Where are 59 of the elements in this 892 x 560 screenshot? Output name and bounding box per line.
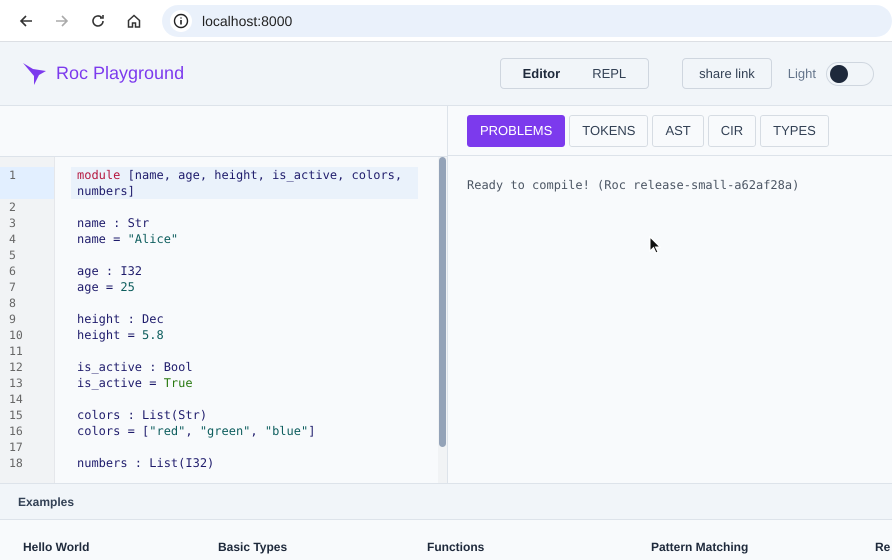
- example-title[interactable]: Re: [875, 540, 890, 554]
- code-line: is_active : Bool: [76, 359, 194, 375]
- code-line: age : I32: [76, 263, 144, 279]
- example-title[interactable]: Pattern Matching: [651, 540, 748, 554]
- theme-toggle[interactable]: [826, 62, 874, 86]
- example-title[interactable]: Basic Types: [218, 540, 288, 554]
- theme-label: Light: [788, 66, 816, 81]
- line-number: 18: [8, 455, 24, 471]
- line-number: 2: [8, 199, 17, 215]
- code-line: name : Str: [76, 215, 150, 231]
- line-number: 7: [8, 279, 17, 295]
- line-number: 13: [8, 375, 24, 391]
- line-number: 6: [8, 263, 17, 279]
- info-icon: [173, 12, 189, 28]
- code-line: is_active = True: [76, 375, 194, 391]
- url-text: localhost:8000: [202, 12, 292, 28]
- code-editor[interactable]: [0, 157, 447, 483]
- mouse-pointer-icon: [649, 236, 661, 254]
- address-bar[interactable]: localhost:8000: [162, 4, 892, 36]
- line-number: 16: [8, 423, 24, 439]
- mode-tab[interactable]: REPL: [576, 59, 642, 88]
- code-line: height : Dec: [76, 311, 165, 327]
- line-number: 11: [8, 343, 24, 359]
- output-tab[interactable]: PROBLEMS: [467, 114, 566, 146]
- line-number: 9: [8, 311, 17, 327]
- output-tab[interactable]: AST: [652, 114, 704, 146]
- line-number: 12: [8, 359, 24, 375]
- output-tab[interactable]: TOKENS: [569, 114, 648, 146]
- line-number: 14: [8, 391, 24, 407]
- mode-tab[interactable]: Editor: [506, 59, 576, 88]
- bird-logo-icon: [22, 60, 48, 86]
- example-title[interactable]: Functions: [427, 540, 484, 554]
- line-number: 3: [8, 215, 17, 231]
- line-number: 10: [8, 327, 24, 343]
- line-number: 15: [8, 407, 24, 423]
- line-number: 4: [8, 231, 17, 247]
- code-line: age = 25: [76, 279, 136, 295]
- output-tab[interactable]: TYPES: [760, 114, 829, 146]
- line-number: 8: [8, 295, 17, 311]
- line-number: 1: [0, 167, 54, 199]
- scrollbar-thumb[interactable]: [439, 157, 446, 447]
- app-title: Roc Playground: [56, 63, 184, 84]
- line-number: 17: [8, 439, 24, 455]
- code-line: colors = ["red", "green", "blue"]: [76, 423, 316, 439]
- code-line: name = "Alice": [76, 231, 180, 247]
- status-message: Ready to compile! (Roc release-small-a62af28a): [466, 177, 800, 192]
- forward-arrow-icon: [54, 12, 70, 28]
- back-arrow-icon: [18, 12, 34, 28]
- home-icon: [126, 12, 142, 28]
- scrollbar[interactable]: [438, 157, 447, 483]
- reload-icon: [90, 12, 106, 28]
- code-line: numbers : List(I32): [76, 455, 216, 471]
- share-link-button[interactable]: share link: [682, 58, 772, 89]
- examples-heading: Examples: [18, 494, 74, 508]
- code-line: height = 5.8: [76, 327, 165, 343]
- code-line: colors : List(Str): [76, 407, 208, 423]
- line-number: 5: [8, 247, 17, 263]
- output-tab[interactable]: CIR: [708, 114, 756, 146]
- example-title[interactable]: Hello World: [23, 540, 90, 554]
